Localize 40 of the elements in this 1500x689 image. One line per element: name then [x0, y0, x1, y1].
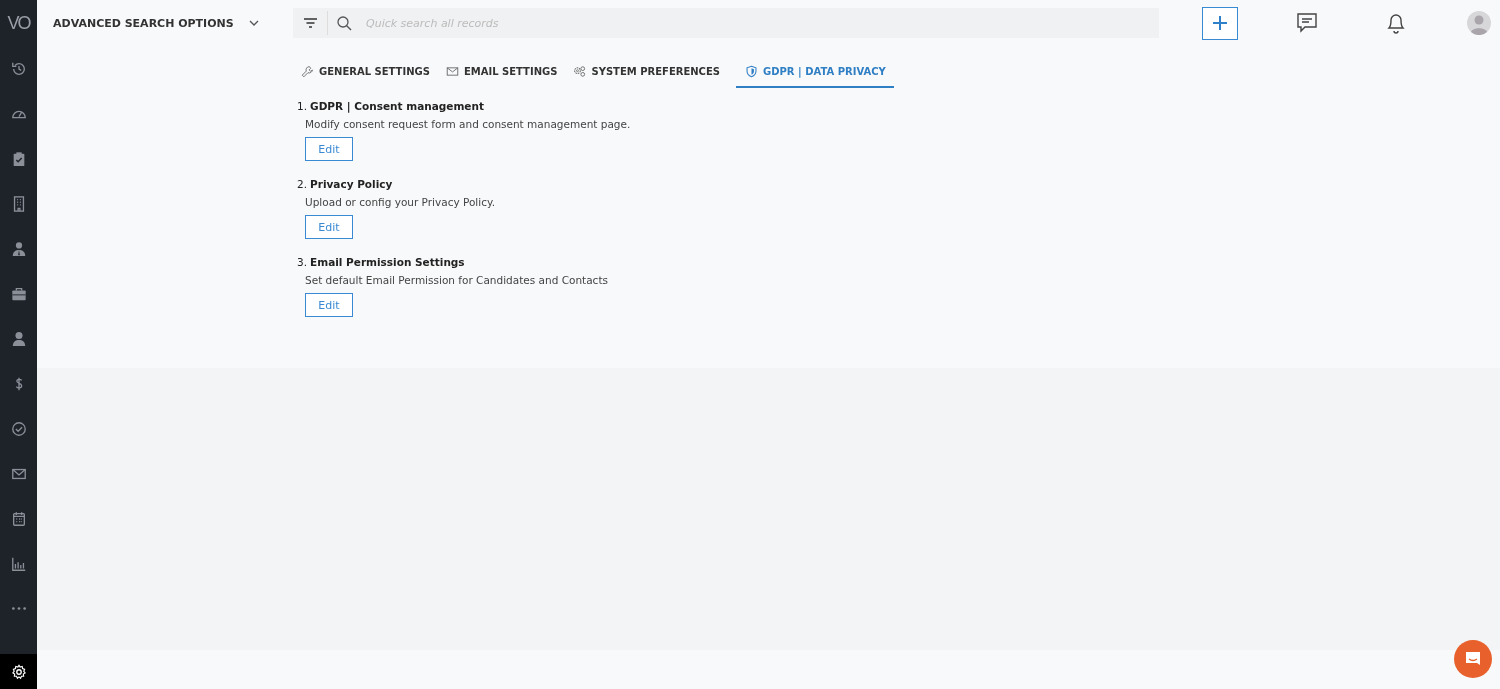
tab[interactable]: GDPR | DATA PRIVACY	[736, 56, 894, 88]
person-tie-icon	[10, 240, 27, 257]
chat-bubble-icon	[1464, 650, 1482, 668]
plus-icon	[1213, 16, 1227, 30]
chevron-down-icon	[249, 20, 259, 26]
search-icon	[337, 15, 352, 31]
tab[interactable]: GENERAL SETTINGS	[301, 56, 438, 88]
tab[interactable]: EMAIL SETTINGS	[445, 56, 566, 88]
section-description: Modify consent request form and consent management page.	[305, 118, 632, 130]
calendar-icon	[10, 510, 27, 527]
section-number: 3.	[297, 256, 308, 268]
settings-icon	[10, 663, 27, 680]
bar-chart-icon	[10, 555, 27, 572]
add-button[interactable]	[1202, 6, 1238, 40]
section-number: 1.	[297, 100, 308, 112]
chat-widget-button[interactable]	[1454, 640, 1492, 678]
more-icon	[11, 607, 26, 610]
shield-icon	[745, 64, 758, 78]
logo[interactable]: VO	[0, 0, 37, 46]
section-title: Privacy Policy	[310, 178, 393, 190]
filter-icon[interactable]	[304, 18, 317, 28]
edit-button[interactable]: Edit	[305, 137, 353, 161]
section-title: GDPR | Consent management	[310, 100, 484, 112]
tab[interactable]: SYSTEM PREFERENCES	[573, 56, 728, 88]
section-description: Upload or config your Privacy Policy.	[305, 196, 497, 208]
section-number: 2.	[297, 178, 308, 190]
section-description: Set default Email Permission for Candidates and Contacts	[305, 274, 609, 286]
wrench-icon	[301, 64, 314, 78]
settings-button[interactable]	[0, 654, 37, 689]
history-icon	[10, 60, 27, 77]
chat-icon[interactable]	[1296, 12, 1318, 34]
edit-button[interactable]: Edit	[305, 215, 353, 239]
briefcase-icon	[10, 285, 27, 302]
envelope-icon	[445, 64, 459, 78]
section-title: Email Permission Settings	[310, 256, 465, 268]
bell-icon[interactable]	[1386, 12, 1406, 34]
person-icon	[10, 330, 27, 347]
check-circle-icon	[10, 420, 27, 437]
gears-icon	[573, 64, 587, 78]
edit-button[interactable]: Edit	[305, 293, 353, 317]
